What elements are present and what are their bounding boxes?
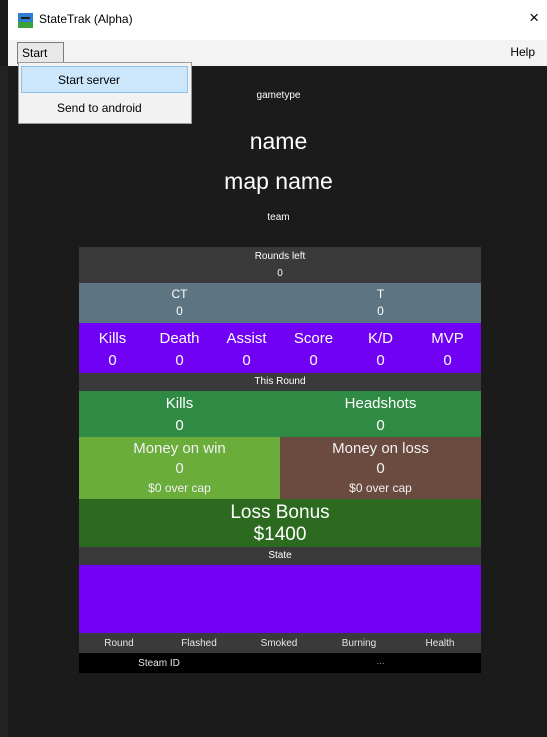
money-loss-value: 0 [376,460,385,477]
this-round-header: This Round [79,373,481,391]
stat-value: 0 [376,352,385,369]
menu-start[interactable]: Start [17,42,64,64]
stat-label: K/D [367,330,393,347]
money-loss-box: Money on loss 0 $0 over cap [280,437,481,499]
round-kills-value: 0 [175,417,184,434]
loss-bonus-label: Loss Bonus [230,502,330,523]
money-loss-label: Money on loss [332,440,429,457]
status-flashed: Flashed [181,638,217,649]
stats-panel: Rounds left 0 CT 0 T 0 Kills Death Assis… [79,247,481,673]
app-icon [18,13,33,28]
rounds-left-row: Rounds left 0 [79,247,481,283]
money-loss-cap: $0 over cap [349,481,412,495]
ct-label: CT [171,287,188,301]
round-headshots-label: Headshots [344,395,417,412]
start-server-item[interactable]: Start server [21,66,188,93]
steam-row: Steam ID ... [79,653,481,673]
money-win-cap: $0 over cap [148,481,211,495]
stat-label: Assist [226,330,267,347]
money-win-label: Money on win [133,440,226,457]
team-score-row: CT 0 T 0 [79,283,481,323]
window-title: StateTrak (Alpha) [39,12,133,26]
status-burning: Burning [341,638,377,649]
menu-help[interactable]: Help [510,45,535,59]
stats-value-grid: 0 0 0 0 0 0 [79,352,481,369]
this-round-label: This Round [254,376,306,387]
state-box [79,565,481,633]
background-window-edge [0,66,8,737]
stat-label: Score [293,330,334,347]
loss-bonus-value: $1400 [253,524,307,545]
status-smoked: Smoked [260,638,298,649]
stats-label-grid: Kills Death Assist Score K/D MVP [79,330,481,347]
stat-value: 0 [309,352,318,369]
close-icon[interactable]: × [529,9,539,26]
player-status-row: Round Flashed Smoked Burning Health [79,633,481,653]
team-label: team [267,212,290,223]
stat-value: 0 [443,352,452,369]
steam-id-label: Steam ID [138,658,180,669]
money-win-value: 0 [175,460,184,477]
stat-value: 0 [242,352,251,369]
send-to-android-item[interactable]: Send to android [21,95,188,122]
ct-value: 0 [176,304,183,318]
round-headshots-value: 0 [376,417,385,434]
t-label: T [376,287,385,301]
state-header: State [79,547,481,565]
start-menu-dropdown: Start server Send to android [18,62,192,124]
loss-bonus-row: Loss Bonus $1400 [79,499,481,547]
rounds-left-label: Rounds left [254,251,306,262]
map-name: map name [224,168,333,194]
stat-label: Kills [98,330,127,347]
status-round: Round [104,638,134,649]
status-health: Health [425,638,455,649]
steam-id-value: ... [376,656,385,667]
stat-label: Death [159,330,200,347]
player-name: name [249,128,308,154]
state-label: State [268,550,292,561]
stat-value: 0 [175,352,184,369]
stat-label: MVP [431,330,464,347]
t-value: 0 [377,304,384,318]
rounds-left-value: 0 [277,268,283,279]
player-stats-row: Kills Death Assist Score K/D MVP 0 0 0 0… [79,323,481,373]
money-win-box: Money on win 0 $0 over cap [79,437,280,499]
round-kills-label: Kills [165,395,194,412]
app-window: StateTrak (Alpha) × Start Help gametype … [8,0,547,737]
money-row: Money on win 0 $0 over cap Money on loss… [79,437,481,499]
stat-value: 0 [108,352,117,369]
title-bar: StateTrak (Alpha) × [8,0,547,40]
this-round-row: Kills 0 Headshots 0 [79,391,481,437]
